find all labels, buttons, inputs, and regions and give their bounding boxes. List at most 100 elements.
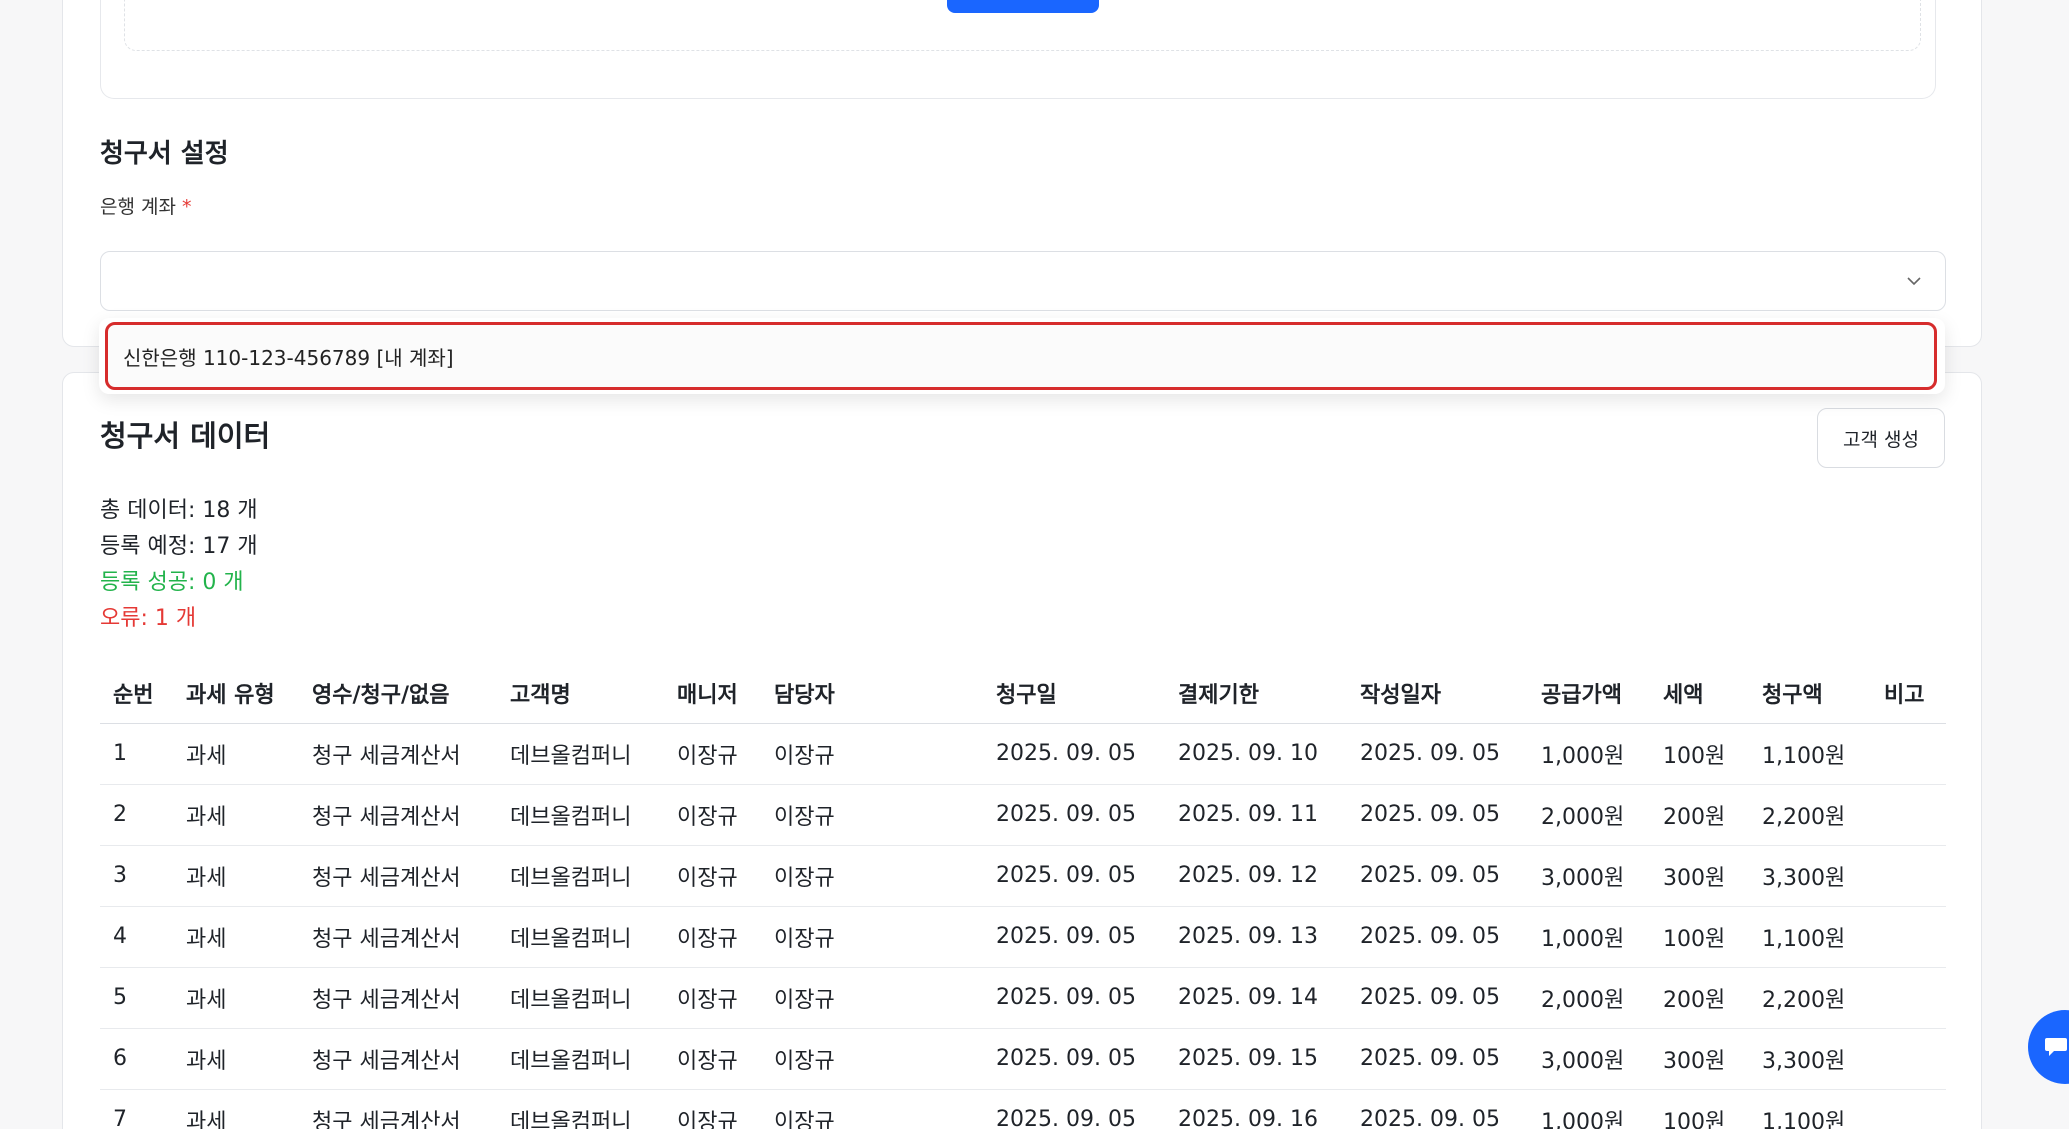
table-cell: 2,000원 [1528, 784, 1650, 846]
table-cell [1871, 967, 1946, 1029]
table-cell: 7 [100, 1089, 173, 1129]
table-cell: 이장규 [761, 1028, 983, 1090]
table-cell: 이장규 [664, 723, 761, 785]
table-cell: 과세 [173, 723, 299, 785]
chevron-down-icon[interactable] [1905, 272, 1923, 290]
table-row[interactable]: 7 과세 청구 세금계산서 데브올컴퍼니 이장규 이장규 2025. 09. 05 2025.… [100, 1089, 1946, 1129]
col-header: 담당자 [761, 663, 983, 724]
invoice-table: 순번 과세 유형 영수/청구/없음 고객명 매니저 담당자 청구일 결제기한 작… [100, 663, 1946, 1129]
table-cell: 6 [100, 1028, 173, 1090]
stat-error: 오류: 1 개 [100, 606, 197, 631]
table-cell: 데브올컴퍼니 [497, 723, 664, 785]
stats-summary: 총 데이터: 18 개 등록 예정: 17 개 등록 성공: 0 개 오류: 1… [100, 493, 258, 637]
table-cell: 2025. 09. 05 [1347, 1028, 1528, 1090]
table-cell: 데브올컴퍼니 [497, 967, 664, 1029]
table-cell: 2025. 09. 05 [1347, 1089, 1528, 1129]
upload-button[interactable] [947, 0, 1099, 13]
table-cell: 이장규 [761, 1089, 983, 1129]
table-cell: 2025. 09. 05 [1347, 845, 1528, 907]
table-cell: 과세 [173, 1028, 299, 1090]
table-header-row: 순번 과세 유형 영수/청구/없음 고객명 매니저 담당자 청구일 결제기한 작… [100, 663, 1946, 724]
table-cell: 100원 [1650, 1089, 1749, 1129]
col-header: 공급가액 [1528, 663, 1650, 724]
table-cell: 2025. 09. 16 [1165, 1089, 1347, 1129]
table-cell: 300원 [1650, 845, 1749, 907]
dropdown-option-bank-account[interactable]: 신한은행 110-123-456789 [내 계좌] [105, 322, 1937, 390]
col-header: 순번 [100, 663, 173, 724]
table-cell: 이장규 [664, 906, 761, 968]
stat-success: 등록 성공: 0 개 [100, 570, 244, 595]
table-cell: 과세 [173, 1089, 299, 1129]
table-cell [1871, 723, 1946, 785]
table-cell: 1,000원 [1528, 1089, 1650, 1129]
required-mark: * [181, 196, 192, 218]
table-cell: 2025. 09. 05 [983, 1028, 1165, 1090]
table-row[interactable]: 5 과세 청구 세금계산서 데브올컴퍼니 이장규 이장규 2025. 09. 05 2025.… [100, 967, 1946, 1029]
table-cell [1871, 1028, 1946, 1090]
table-cell: 청구 세금계산서 [299, 906, 497, 968]
chat-fab-button[interactable] [2028, 1010, 2069, 1084]
table-cell: 데브올컴퍼니 [497, 1089, 664, 1129]
stat-scheduled: 등록 예정: 17 개 [100, 534, 258, 559]
col-header: 고객명 [497, 663, 664, 724]
table-row[interactable]: 2 과세 청구 세금계산서 데브올컴퍼니 이장규 이장규 2025. 09. 05 2025.… [100, 784, 1946, 846]
table-cell: 이장규 [761, 967, 983, 1029]
table-row[interactable]: 3 과세 청구 세금계산서 데브올컴퍼니 이장규 이장규 2025. 09. 05 2025.… [100, 845, 1946, 907]
bank-account-select[interactable] [100, 251, 1946, 311]
bank-account-label: 은행 계좌 * [100, 192, 191, 219]
table-cell: 300원 [1650, 1028, 1749, 1090]
table-cell: 청구 세금계산서 [299, 845, 497, 907]
table-cell: 3,300원 [1749, 1028, 1871, 1090]
table-cell: 3,300원 [1749, 845, 1871, 907]
table-cell: 1,100원 [1749, 906, 1871, 968]
table-cell: 과세 [173, 845, 299, 907]
table-cell: 5 [100, 967, 173, 1029]
table-cell: 1,100원 [1749, 723, 1871, 785]
invoice-data-title: 청구서 데이터 [100, 419, 271, 453]
table-cell: 청구 세금계산서 [299, 1089, 497, 1129]
table-cell: 2025. 09. 05 [983, 784, 1165, 846]
table-row[interactable]: 1 과세 청구 세금계산서 데브올컴퍼니 이장규 이장규 2025. 09. 05 2025.… [100, 723, 1946, 785]
col-header: 영수/청구/없음 [299, 663, 497, 724]
table-body: 1 과세 청구 세금계산서 데브올컴퍼니 이장규 이장규 2025. 09. 05 2025.… [100, 723, 1946, 1129]
table-cell: 200원 [1650, 967, 1749, 1029]
table-cell: 100원 [1650, 723, 1749, 785]
table-cell: 데브올컴퍼니 [497, 784, 664, 846]
table-cell: 2,200원 [1749, 967, 1871, 1029]
table-cell: 청구 세금계산서 [299, 784, 497, 846]
bank-account-label-text: 은행 계좌 [100, 196, 176, 218]
table-cell [1871, 1089, 1946, 1129]
table-cell: 3,000원 [1528, 845, 1650, 907]
table-row[interactable]: 6 과세 청구 세금계산서 데브올컴퍼니 이장규 이장규 2025. 09. 05 2025.… [100, 1028, 1946, 1090]
stat-total: 총 데이터: 18 개 [100, 498, 258, 523]
table-cell: 과세 [173, 784, 299, 846]
table-cell: 2025. 09. 15 [1165, 1028, 1347, 1090]
create-customer-button[interactable]: 고객 생성 [1817, 408, 1945, 468]
table-cell: 청구 세금계산서 [299, 723, 497, 785]
table-cell: 2,000원 [1528, 967, 1650, 1029]
table-cell: 2025. 09. 05 [983, 723, 1165, 785]
table-cell: 2025. 09. 05 [983, 906, 1165, 968]
table-cell: 3,000원 [1528, 1028, 1650, 1090]
table-cell [1871, 784, 1946, 846]
table-cell: 이장규 [761, 906, 983, 968]
table-cell: 이장규 [664, 1089, 761, 1129]
table-cell: 100원 [1650, 906, 1749, 968]
table-cell: 2025. 09. 05 [983, 1089, 1165, 1129]
table-cell: 2025. 09. 14 [1165, 967, 1347, 1029]
table-cell: 1,000원 [1528, 906, 1650, 968]
col-header: 청구일 [983, 663, 1165, 724]
table-cell: 4 [100, 906, 173, 968]
table-cell: 이장규 [761, 784, 983, 846]
settings-card: 청구서 설정 은행 계좌 * [62, 0, 1982, 347]
table-row[interactable]: 4 과세 청구 세금계산서 데브올컴퍼니 이장규 이장규 2025. 09. 05 2025.… [100, 906, 1946, 968]
table-cell: 1 [100, 723, 173, 785]
table-cell: 2025. 09. 13 [1165, 906, 1347, 968]
col-header: 비고 [1871, 663, 1946, 724]
table-cell: 200원 [1650, 784, 1749, 846]
table-cell: 이장규 [664, 1028, 761, 1090]
bank-account-dropdown: 신한은행 110-123-456789 [내 계좌] [99, 318, 1945, 394]
table-cell: 2025. 09. 12 [1165, 845, 1347, 907]
table-cell: 청구 세금계산서 [299, 967, 497, 1029]
table-cell: 1,100원 [1749, 1089, 1871, 1129]
